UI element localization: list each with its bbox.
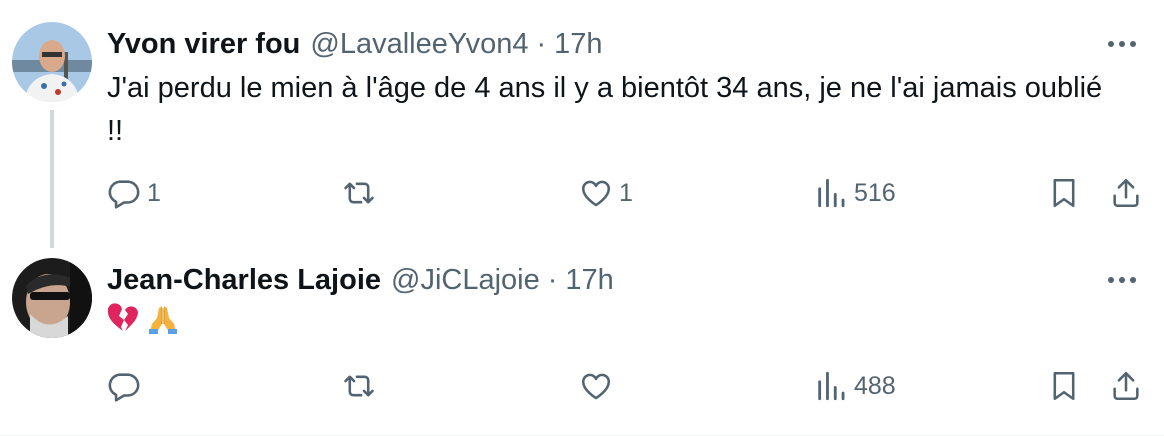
author-handle[interactable]: @LavalleeYvon4 bbox=[310, 28, 528, 61]
like-count: 1 bbox=[619, 178, 633, 207]
retweet-button[interactable] bbox=[342, 366, 382, 406]
broken-heart-emoji bbox=[107, 303, 138, 331]
folded-hands-emoji bbox=[149, 306, 177, 334]
analytics-icon bbox=[818, 178, 845, 208]
author-handle[interactable]: @JiCLajoie bbox=[391, 264, 540, 297]
share-button[interactable] bbox=[1109, 173, 1143, 213]
bookmark-icon bbox=[1053, 178, 1075, 208]
reply-count: 1 bbox=[147, 178, 161, 207]
like-button[interactable] bbox=[579, 366, 619, 406]
tweet-header: Jean-Charles Lajoie @JiCLajoie · 17h bbox=[107, 262, 614, 298]
tweet-text bbox=[107, 302, 1107, 334]
separator-dot: · bbox=[547, 263, 558, 296]
analytics-icon bbox=[818, 371, 845, 401]
thread-line bbox=[50, 110, 54, 248]
retweet-button[interactable] bbox=[342, 173, 382, 213]
avatar[interactable] bbox=[12, 22, 92, 102]
tweet[interactable]: Jean-Charles Lajoie @JiCLajoie · 17h 488 bbox=[0, 246, 1164, 436]
timestamp[interactable]: 17h bbox=[554, 28, 602, 61]
views-button[interactable]: 516 bbox=[814, 173, 896, 213]
views-button[interactable]: 488 bbox=[814, 366, 896, 406]
author-name[interactable]: Yvon virer fou bbox=[107, 28, 300, 61]
tweet-header: Yvon virer fou @LavalleeYvon4 · 17h bbox=[107, 26, 603, 62]
tweet-text: J'ai perdu le mien à l'âge de 4 ans il y… bbox=[107, 72, 1103, 147]
action-bar: 488 bbox=[107, 366, 1147, 406]
reply-button[interactable] bbox=[107, 366, 147, 406]
bookmark-button[interactable] bbox=[1047, 173, 1081, 213]
reply-icon bbox=[108, 180, 140, 209]
more-options-icon[interactable] bbox=[1102, 34, 1142, 54]
share-icon bbox=[1113, 371, 1139, 401]
tweet[interactable]: Yvon virer fou @LavalleeYvon4 · 17h J'ai… bbox=[0, 0, 1164, 248]
heart-icon bbox=[581, 373, 611, 400]
reply-icon bbox=[108, 373, 140, 402]
bookmark-button[interactable] bbox=[1047, 366, 1081, 406]
reply-button[interactable]: 1 bbox=[107, 173, 161, 213]
share-icon bbox=[1113, 178, 1139, 208]
bookmark-icon bbox=[1053, 371, 1075, 401]
heart-icon bbox=[581, 180, 611, 207]
action-bar: 1 1 516 bbox=[107, 173, 1147, 213]
view-count: 488 bbox=[854, 371, 896, 400]
like-button[interactable]: 1 bbox=[579, 173, 633, 213]
timestamp[interactable]: 17h bbox=[565, 264, 613, 297]
more-options-icon[interactable] bbox=[1102, 270, 1142, 290]
avatar[interactable] bbox=[12, 258, 92, 338]
share-button[interactable] bbox=[1109, 366, 1143, 406]
view-count: 516 bbox=[854, 178, 896, 207]
retweet-icon bbox=[344, 375, 374, 397]
separator-dot: · bbox=[536, 27, 547, 60]
author-name[interactable]: Jean-Charles Lajoie bbox=[107, 264, 381, 297]
retweet-icon bbox=[344, 182, 374, 204]
